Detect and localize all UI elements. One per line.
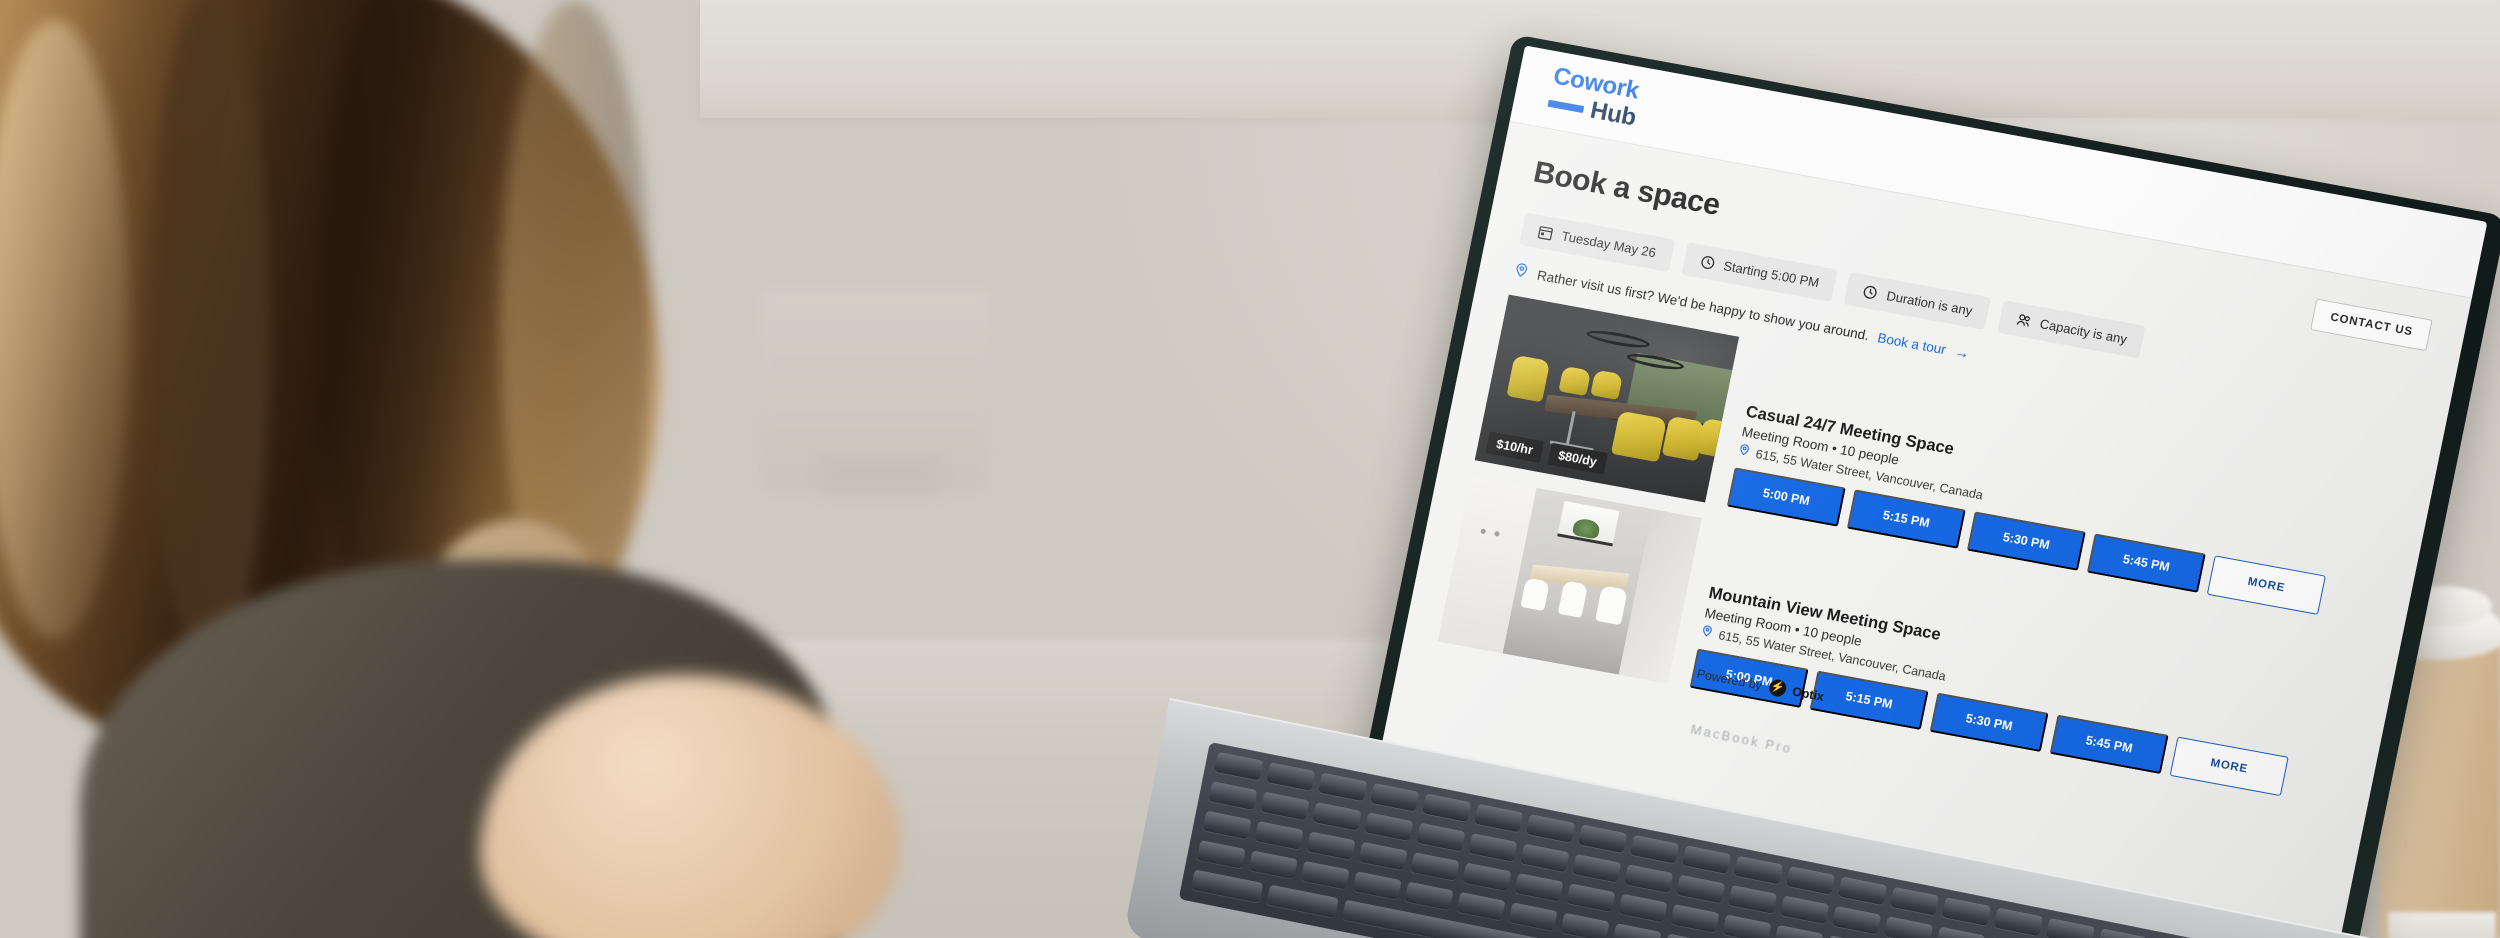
filter-label-start-time: Starting 5:00 PM xyxy=(1722,258,1821,291)
price-hourly: $10/hr xyxy=(1485,431,1544,463)
person-silhouette xyxy=(0,0,900,938)
filter-label-duration: Duration is any xyxy=(1885,288,1974,319)
chair xyxy=(1506,354,1551,403)
time-slot-button[interactable]: 5:15 PM xyxy=(1846,489,1966,549)
arrow-right-icon: → xyxy=(1952,342,1972,363)
logo-text-hub: Hub xyxy=(1587,96,1639,132)
filter-chip-capacity[interactable]: Capacity is any xyxy=(1997,300,2146,359)
chair xyxy=(1610,410,1667,463)
cowork-hub-logo[interactable]: Cowork Hub xyxy=(1546,62,1644,132)
background-monitor-stand xyxy=(820,455,940,495)
page-title: Book a space xyxy=(1530,155,1723,222)
listing-thumbnail[interactable]: $10/hr $80/dy xyxy=(1474,294,1740,503)
time-slot-button[interactable]: 5:00 PM xyxy=(1726,467,1846,527)
location-pin-icon xyxy=(1512,261,1530,281)
filter-chip-duration[interactable]: Duration is any xyxy=(1844,272,1992,331)
table-leg xyxy=(1565,411,1576,447)
time-slot-button[interactable]: 5:45 PM xyxy=(2086,533,2206,593)
more-slots-button[interactable]: MORE xyxy=(2206,555,2326,615)
hair-strand xyxy=(150,0,270,670)
people-icon xyxy=(2015,312,2033,329)
chair xyxy=(1558,365,1592,397)
calendar-icon xyxy=(1537,224,1555,241)
more-slots-button[interactable]: MORE xyxy=(2169,736,2289,797)
time-slot-button[interactable]: 5:45 PM xyxy=(2049,714,2169,775)
clock-icon xyxy=(1699,254,1717,271)
time-slot-button[interactable]: 5:30 PM xyxy=(1966,511,2086,571)
price-badges: $10/hr $80/dy xyxy=(1485,431,1608,475)
clock-icon xyxy=(1862,284,1880,301)
pendant-light-icon xyxy=(1585,327,1651,351)
book-a-tour-link[interactable]: Book a tour xyxy=(1876,330,1947,357)
filter-label-date: Tuesday May 26 xyxy=(1560,228,1658,261)
chair xyxy=(1590,369,1624,401)
logo-dash-icon xyxy=(1547,99,1585,113)
time-slot-button[interactable]: 5:30 PM xyxy=(1929,692,2049,753)
filter-chip-date[interactable]: Tuesday May 26 xyxy=(1519,212,1675,273)
filter-label-capacity: Capacity is any xyxy=(2038,316,2129,347)
listing-thumbnail[interactable] xyxy=(1437,475,1702,684)
time-slot-button[interactable]: 5:15 PM xyxy=(1809,670,1929,731)
location-pin-icon xyxy=(1700,624,1715,641)
location-pin-icon xyxy=(1737,443,1752,460)
filter-chip-start-time[interactable]: Starting 5:00 PM xyxy=(1681,242,1838,302)
price-daily: $80/dy xyxy=(1547,442,1608,475)
contact-us-button[interactable]: CONTACT US xyxy=(2310,298,2433,352)
laptop: Cowork Hub Book a space CONTACT US Tuesd… xyxy=(1122,0,2500,938)
